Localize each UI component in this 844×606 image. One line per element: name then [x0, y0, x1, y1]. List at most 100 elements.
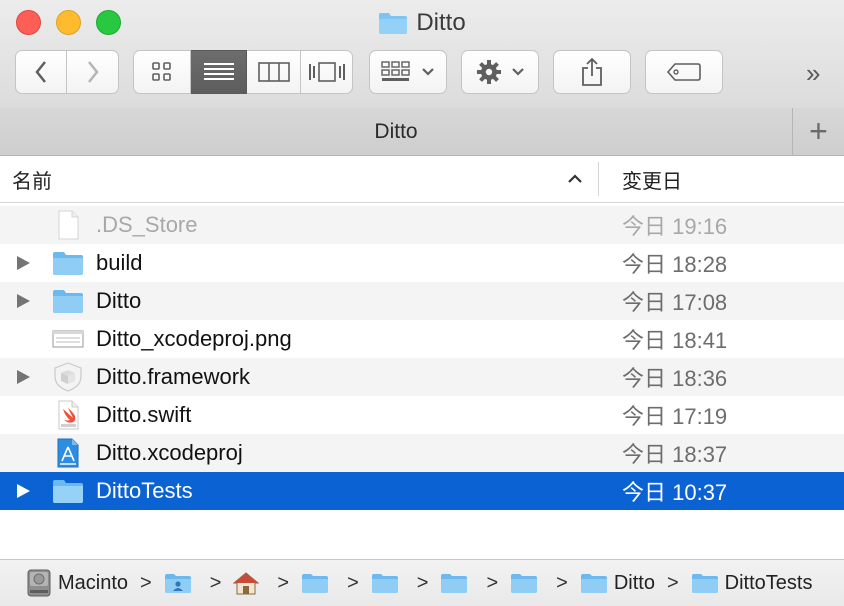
- sort-ascending-icon[interactable]: [566, 170, 584, 188]
- window-title-area: Ditto: [0, 7, 844, 39]
- chevron-down-icon: [422, 68, 434, 76]
- file-row-ds-store[interactable]: .DS_Store 今日 19:16: [0, 206, 844, 244]
- tag-icon: [666, 63, 701, 81]
- navigation-buttons: [15, 50, 119, 94]
- file-row-ditto-xcodeproj-png[interactable]: Ditto_xcodeproj.png 今日 18:41: [0, 320, 844, 358]
- toolbar-overflow-button[interactable]: »: [806, 58, 820, 89]
- file-date: 今日 18:28: [622, 252, 728, 277]
- disclosure-triangle-icon[interactable]: [17, 294, 30, 308]
- folder-icon: [511, 574, 538, 593]
- name-column-header[interactable]: 名前: [12, 156, 52, 202]
- chevron-right-icon: [87, 61, 99, 83]
- path-separator: >: [416, 571, 429, 594]
- folder-icon: [580, 574, 607, 593]
- path-item-ditto[interactable]: Ditto: [580, 572, 655, 595]
- file-name: DittoTests: [96, 478, 193, 503]
- path-item-folder-3[interactable]: [301, 572, 335, 594]
- gallery-view-icon: [308, 62, 345, 82]
- path-item-label: Ditto: [613, 571, 655, 594]
- folder-icon: [53, 480, 83, 503]
- forward-button[interactable]: [67, 50, 119, 94]
- tab-ditto[interactable]: Ditto: [0, 108, 792, 155]
- path-item-folder-6[interactable]: [510, 572, 544, 594]
- path-separator: >: [556, 571, 568, 594]
- path-item-label: DittoTests: [724, 571, 813, 594]
- icon-view-button[interactable]: [133, 50, 191, 94]
- icon-view-icon: [152, 62, 171, 81]
- column-view-icon: [257, 62, 290, 82]
- file-name: Ditto.swift: [96, 402, 192, 427]
- list-view-button[interactable]: [191, 50, 247, 94]
- file-date: 今日 19:16: [622, 214, 728, 239]
- path-item-home[interactable]: [233, 571, 265, 595]
- file-date: 今日 17:08: [622, 290, 728, 315]
- disclosure-triangle-icon[interactable]: [17, 370, 30, 384]
- framework-icon: [54, 362, 82, 392]
- view-mode-control: [133, 50, 353, 94]
- share-icon: [582, 57, 602, 86]
- file-date: 今日 10:37: [622, 480, 728, 505]
- file-name: Ditto: [96, 288, 142, 313]
- file-name: Ditto_xcodeproj.png: [96, 326, 292, 351]
- file-list: .DS_Store 今日 19:16 build 今日 18:28 Ditto …: [0, 206, 844, 510]
- file-row-ditto[interactable]: Ditto 今日 17:08: [0, 282, 844, 320]
- disclosure-triangle-icon[interactable]: [17, 256, 30, 270]
- image-file-icon: [52, 330, 84, 348]
- path-separator: >: [666, 571, 679, 594]
- column-header: 名前 変更日: [0, 156, 844, 203]
- path-item-folder-5[interactable]: [440, 572, 474, 594]
- file-row-ditto-framework[interactable]: Ditto.framework 今日 18:36: [0, 358, 844, 396]
- file-date: 今日 17:19: [622, 404, 728, 429]
- file-date: 今日 18:41: [622, 328, 728, 353]
- path-item-users[interactable]: [164, 572, 198, 594]
- edit-tags-button[interactable]: [645, 50, 723, 94]
- chevron-left-icon: [35, 61, 46, 83]
- path-item-dittotests[interactable]: DittoTests: [691, 571, 813, 595]
- file-row-ditto-xcodeproj[interactable]: Ditto.xcodeproj 今日 18:37: [0, 434, 844, 472]
- file-row-ditto-swift[interactable]: Ditto.swift 今日 17:19: [0, 396, 844, 434]
- file-date: 今日 18:36: [622, 366, 728, 391]
- xcodeproj-icon: [57, 438, 79, 468]
- path-item-macintosh-hd[interactable]: Macinto: [26, 569, 128, 597]
- back-button[interactable]: [15, 50, 67, 94]
- folder-icon: [302, 574, 329, 593]
- path-separator: >: [347, 571, 359, 594]
- path-separator: >: [277, 571, 290, 594]
- disclosure-triangle-icon[interactable]: [17, 484, 30, 498]
- list-view-icon: [203, 63, 234, 80]
- file-name: .DS_Store: [96, 212, 198, 237]
- folder-icon: [371, 574, 398, 593]
- folder-icon: [441, 574, 468, 593]
- folder-icon: [691, 574, 718, 593]
- home-icon: [233, 572, 260, 595]
- path-separator: >: [209, 571, 222, 594]
- file-date: 今日 18:37: [622, 442, 728, 467]
- tab-bar: Ditto +: [0, 108, 844, 156]
- gallery-view-button[interactable]: [301, 50, 353, 94]
- action-menu-button[interactable]: [461, 50, 539, 94]
- arrange-grid-icon: [381, 61, 410, 81]
- path-bar: Macinto > > > > > > > Ditto > DittoTests: [0, 559, 844, 606]
- file-name: Ditto.framework: [96, 364, 251, 389]
- hard-drive-icon: [27, 569, 51, 597]
- folder-icon: [53, 290, 83, 313]
- date-modified-column-header[interactable]: 変更日: [622, 156, 682, 202]
- folder-icon: [379, 13, 408, 34]
- file-row-dittotests[interactable]: DittoTests 今日 10:37: [0, 472, 844, 510]
- file-name: Ditto.xcodeproj: [96, 440, 243, 465]
- window-toolbar: Ditto »: [0, 0, 844, 109]
- document-icon: [58, 210, 79, 240]
- column-view-button[interactable]: [247, 50, 301, 94]
- window-title: Ditto: [416, 9, 466, 36]
- arrange-button[interactable]: [369, 50, 447, 94]
- file-row-build[interactable]: build 今日 18:28: [0, 244, 844, 282]
- folder-icon: [53, 252, 83, 275]
- share-button[interactable]: [553, 50, 631, 94]
- new-tab-button[interactable]: +: [792, 108, 844, 155]
- gear-icon: [477, 60, 501, 84]
- file-name: build: [96, 250, 143, 275]
- column-divider[interactable]: [598, 162, 599, 196]
- user-folder-icon: [164, 574, 191, 593]
- path-separator: >: [140, 571, 152, 594]
- path-item-folder-4[interactable]: [371, 572, 405, 594]
